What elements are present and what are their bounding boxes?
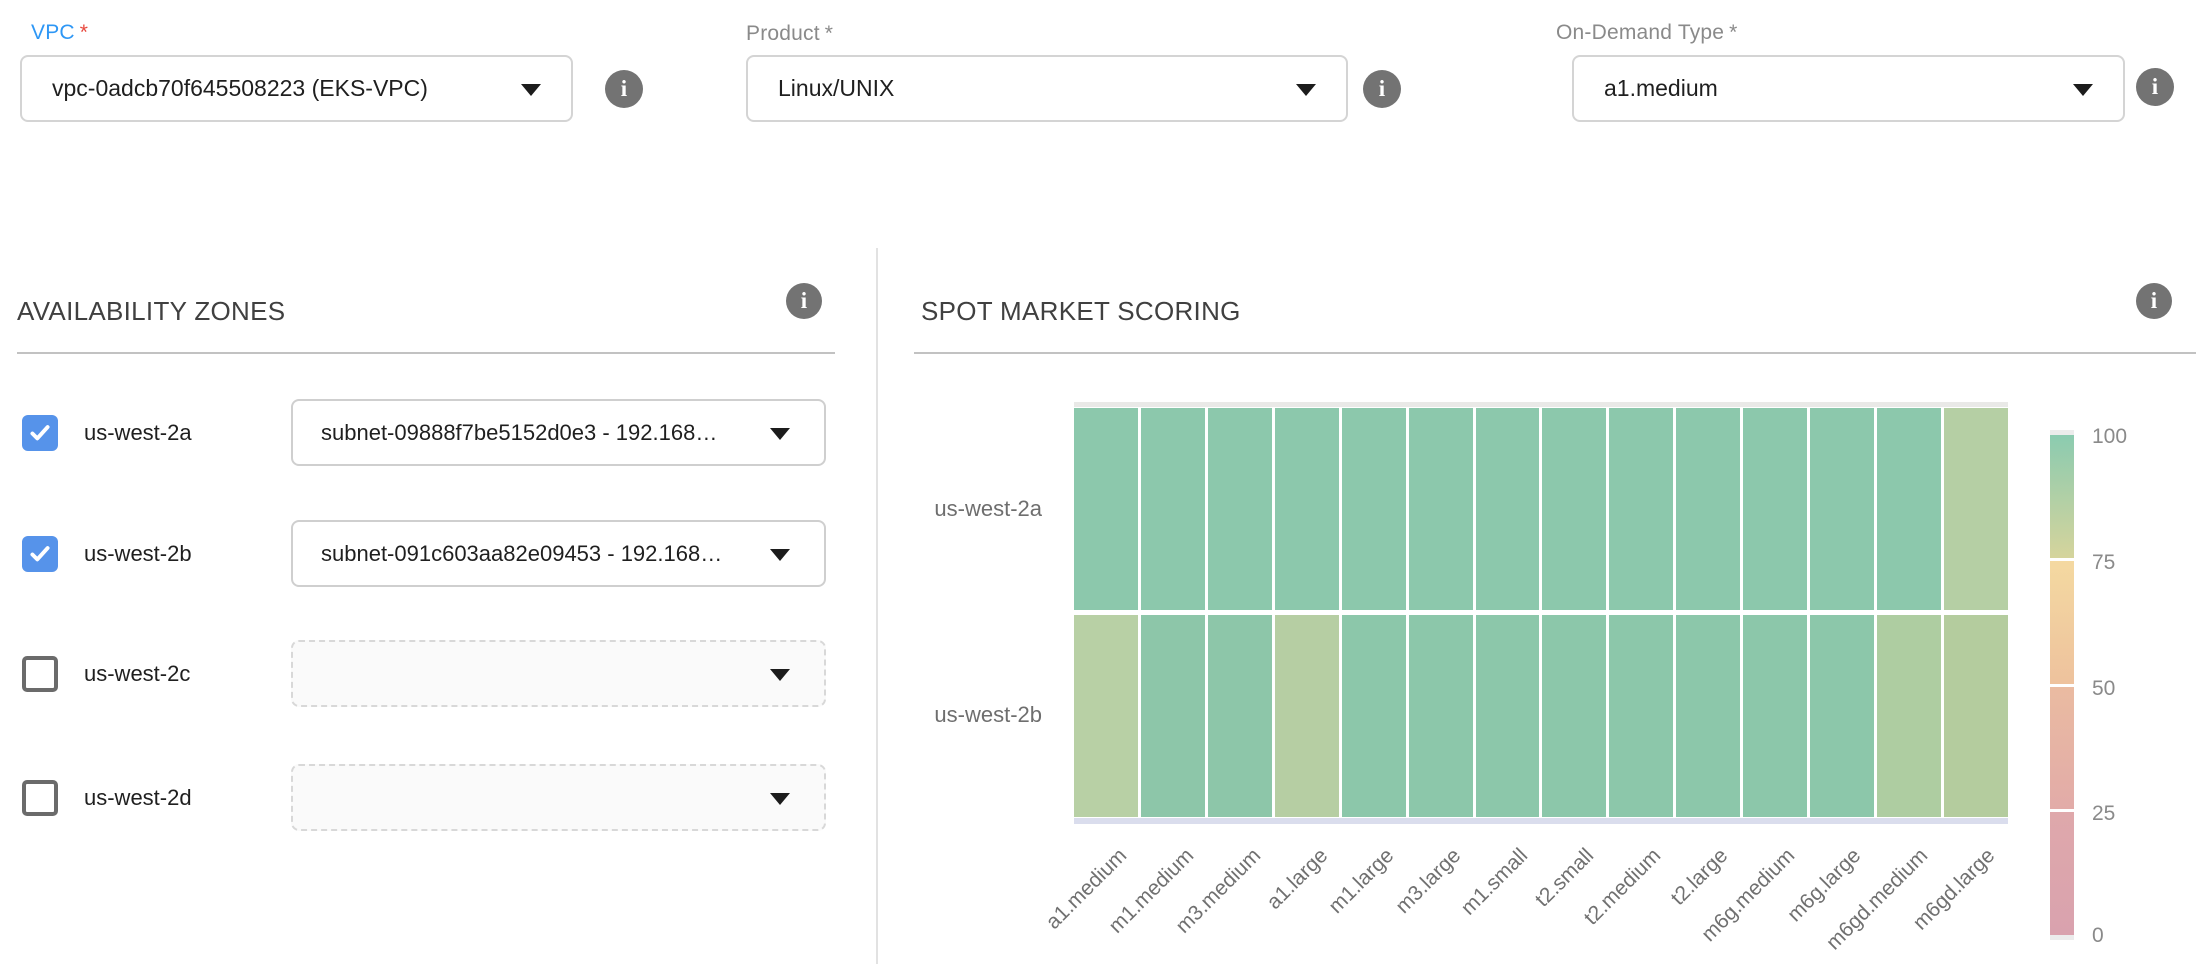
vpc-info-icon[interactable]: i [605, 70, 643, 108]
colorbar-tick-label-50: 50 [2092, 677, 2115, 701]
heatmap-cell-us-west-2b-m1.medium [1141, 615, 1205, 817]
product-label: Product* [746, 22, 833, 46]
checkmark-icon [27, 541, 53, 567]
colorbar-tick-label-75: 75 [2092, 551, 2115, 575]
availability-zones-divider [17, 352, 835, 354]
colorbar-segment-100-75 [2050, 435, 2074, 558]
vpc-select-value: vpc-0adcb70f645508223 (EKS-VPC) [52, 75, 428, 102]
heatmap-row-label-us-west-2a: us-west-2a [852, 496, 1042, 522]
heatmap-cell-us-west-2a-t2.small [1542, 408, 1606, 610]
az-subnet-value: subnet-091c603aa82e09453 - 192.168… [321, 541, 722, 567]
heatmap-cell-us-west-2b-t2.medium [1609, 615, 1673, 817]
az-checkbox-us-west-2b[interactable] [22, 536, 58, 572]
heatmap-cell-us-west-2b-m6gd.large [1944, 615, 2008, 817]
on-demand-type-select[interactable]: a1.medium [1572, 55, 2125, 122]
heatmap-cell-us-west-2a-t2.large [1676, 408, 1740, 610]
heatmap-cell-us-west-2a-m1.medium [1141, 408, 1205, 610]
heatmap [1074, 408, 2008, 817]
on-demand-type-info-icon[interactable]: i [2136, 68, 2174, 106]
colorbar-tick-label-100: 100 [2092, 425, 2127, 449]
colorbar-segment-50-25 [2050, 687, 2074, 810]
heatmap-cell-us-west-2a-a1.medium [1074, 408, 1138, 610]
vpc-label: VPC* [31, 21, 88, 45]
az-subnet-select-us-west-2c[interactable] [291, 640, 826, 707]
product-info-icon[interactable]: i [1363, 70, 1401, 108]
az-row-us-west-2c: us-west-2c [0, 640, 876, 707]
chevron-down-icon [770, 669, 790, 681]
heatmap-cell-us-west-2a-t2.medium [1609, 408, 1673, 610]
heatmap-cell-us-west-2b-m6g.medium [1743, 615, 1807, 817]
az-zone-label: us-west-2d [84, 785, 192, 811]
az-row-us-west-2d: us-west-2d [0, 764, 876, 831]
colorbar-top-cap [2050, 430, 2074, 435]
chevron-down-icon [2073, 84, 2093, 96]
heatmap-row-label-us-west-2b: us-west-2b [852, 702, 1042, 728]
az-checkbox-us-west-2a[interactable] [22, 415, 58, 451]
chevron-down-icon [770, 793, 790, 805]
az-zone-label: us-west-2b [84, 541, 192, 567]
heatmap-cell-us-west-2b-m6g.large [1810, 615, 1874, 817]
vpc-label-text: VPC [31, 21, 75, 44]
checkmark-icon [27, 420, 53, 446]
product-label-text: Product [746, 22, 820, 45]
heatmap-cell-us-west-2b-t2.small [1542, 615, 1606, 817]
colorbar-tick-label-0: 0 [2092, 924, 2104, 948]
heatmap-cell-us-west-2b-m3.medium [1208, 615, 1272, 817]
heatmap-cell-us-west-2a-m6g.large [1810, 408, 1874, 610]
heatmap-bottom-border [1074, 818, 2008, 824]
colorbar-bottom-cap [2050, 935, 2074, 940]
heatmap-cell-us-west-2b-m6gd.medium [1877, 615, 1941, 817]
az-subnet-select-us-west-2b[interactable]: subnet-091c603aa82e09453 - 192.168… [291, 520, 826, 587]
product-select[interactable]: Linux/UNIX [746, 55, 1348, 122]
heatmap-cell-us-west-2a-m6g.medium [1743, 408, 1807, 610]
heatmap-cell-us-west-2a-m6gd.large [1944, 408, 2008, 610]
heatmap-cell-us-west-2a-m1.large [1342, 408, 1406, 610]
chevron-down-icon [1296, 84, 1316, 96]
spot-instance-config-screen: VPC* vpc-0adcb70f645508223 (EKS-VPC) i P… [0, 0, 2196, 964]
az-row-us-west-2a: us-west-2a subnet-09888f7be5152d0e3 - 19… [0, 399, 876, 466]
vpc-select[interactable]: vpc-0adcb70f645508223 (EKS-VPC) [20, 55, 573, 122]
az-checkbox-us-west-2d[interactable] [22, 780, 58, 816]
az-checkbox-us-west-2c[interactable] [22, 656, 58, 692]
colorbar-segment-25-0 [2050, 812, 2074, 935]
on-demand-type-label: On-Demand Type* [1556, 21, 1738, 45]
product-required-asterisk: * [825, 22, 833, 45]
spot-market-scoring-info-icon[interactable]: i [2136, 283, 2172, 319]
availability-zones-info-icon[interactable]: i [786, 283, 822, 319]
section-divider [876, 248, 878, 964]
on-demand-type-required-asterisk: * [1729, 21, 1737, 44]
colorbar-segment-75-50 [2050, 561, 2074, 684]
az-zone-label: us-west-2a [84, 420, 192, 446]
availability-zones-title: AVAILABILITY ZONES [17, 296, 285, 327]
heatmap-cell-us-west-2a-m1.small [1476, 408, 1540, 610]
heatmap-cell-us-west-2a-m6gd.medium [1877, 408, 1941, 610]
product-select-value: Linux/UNIX [778, 75, 894, 102]
heatmap-cell-us-west-2a-m3.medium [1208, 408, 1272, 610]
heatmap-x-axis: a1.mediumm1.mediumm3.mediuma1.largem1.la… [1074, 834, 2008, 964]
az-subnet-value: subnet-09888f7be5152d0e3 - 192.168… [321, 420, 717, 446]
vpc-required-asterisk: * [80, 21, 88, 44]
colorbar-tick-label-25: 25 [2092, 802, 2115, 826]
az-subnet-select-us-west-2a[interactable]: subnet-09888f7be5152d0e3 - 192.168… [291, 399, 826, 466]
chevron-down-icon [770, 428, 790, 440]
chevron-down-icon [521, 84, 541, 96]
az-row-us-west-2b: us-west-2b subnet-091c603aa82e09453 - 19… [0, 520, 876, 587]
heatmap-cell-us-west-2b-m1.large [1342, 615, 1406, 817]
heatmap-cell-us-west-2b-a1.medium [1074, 615, 1138, 817]
spot-market-scoring-divider [914, 352, 2196, 354]
heatmap-cell-us-west-2a-m3.large [1409, 408, 1473, 610]
heatmap-cell-us-west-2b-m3.large [1409, 615, 1473, 817]
on-demand-type-label-text: On-Demand Type [1556, 21, 1724, 44]
az-subnet-select-us-west-2d[interactable] [291, 764, 826, 831]
heatmap-cell-us-west-2b-t2.large [1676, 615, 1740, 817]
az-zone-label: us-west-2c [84, 661, 190, 687]
heatmap-cell-us-west-2a-a1.large [1275, 408, 1339, 610]
spot-market-scoring-title: SPOT MARKET SCORING [921, 296, 1241, 327]
heatmap-cell-us-west-2b-m1.small [1476, 615, 1540, 817]
on-demand-type-select-value: a1.medium [1604, 75, 1718, 102]
heatmap-cell-us-west-2b-a1.large [1275, 615, 1339, 817]
chevron-down-icon [770, 549, 790, 561]
heatmap-top-border [1074, 402, 2008, 407]
